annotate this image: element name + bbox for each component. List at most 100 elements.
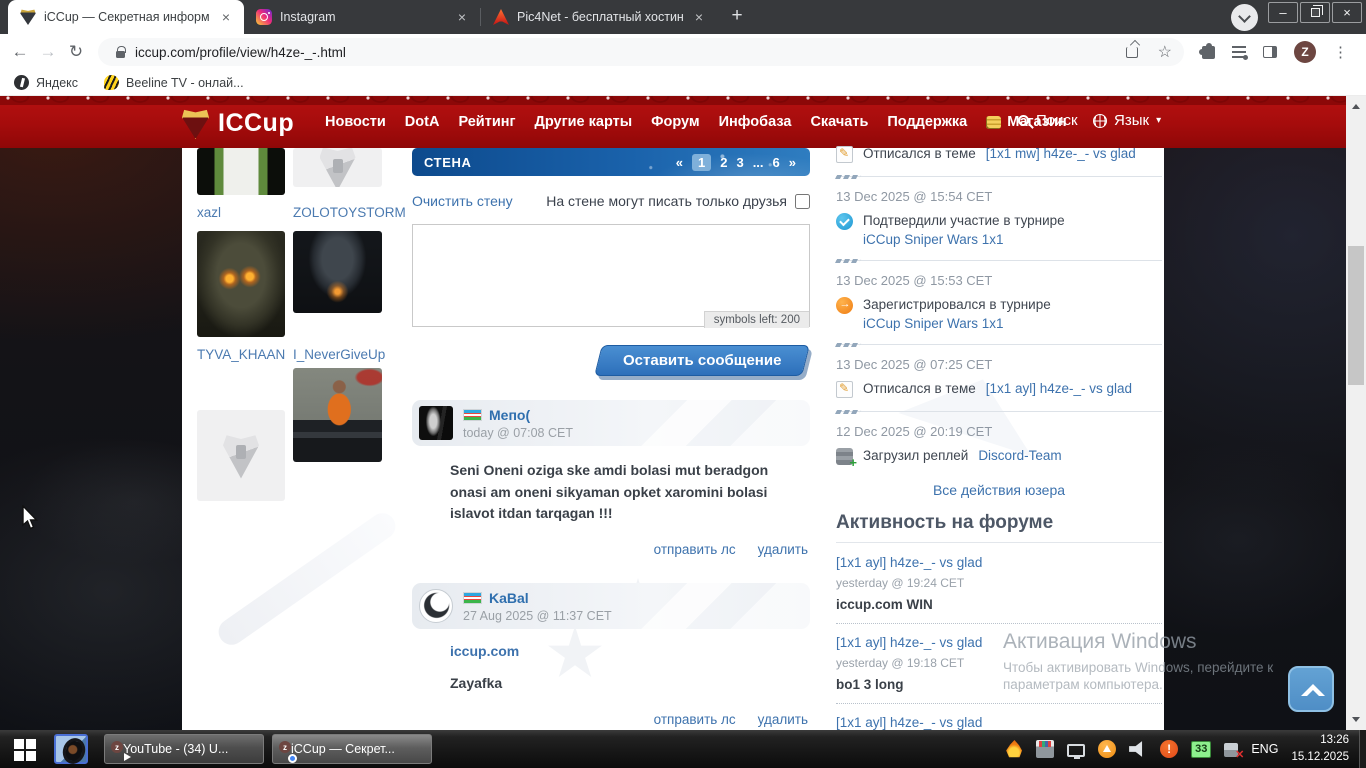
tab-close-icon[interactable]: × bbox=[218, 9, 234, 25]
display-network-tray-icon[interactable] bbox=[1067, 743, 1086, 759]
message-username-link[interactable]: Мепо( bbox=[489, 407, 530, 423]
forum-topic-link[interactable]: [1x1 ayl] h4ze-_- vs glad bbox=[836, 715, 1162, 730]
alert-tray-icon[interactable]: ! bbox=[1160, 740, 1179, 758]
friend-name-link[interactable]: I_NeverGiveUp bbox=[293, 347, 385, 362]
share-icon[interactable] bbox=[1125, 46, 1138, 58]
page-link[interactable]: 3 bbox=[736, 155, 743, 170]
show-desktop-button[interactable] bbox=[1359, 730, 1366, 768]
scrollbar-thumb[interactable] bbox=[1348, 246, 1364, 385]
send-pm-link[interactable]: отправить лс bbox=[654, 542, 736, 557]
window-minimize-button[interactable]: – bbox=[1268, 2, 1298, 23]
page-link[interactable]: 1 bbox=[691, 153, 712, 171]
scrollbar-up-arrow[interactable] bbox=[1346, 98, 1366, 115]
delete-message-link[interactable]: удалить bbox=[758, 542, 808, 557]
page-link[interactable]: « bbox=[676, 155, 683, 170]
activity-link[interactable]: [1x1 mw] h4ze-_- vs glad bbox=[986, 146, 1136, 161]
reload-icon[interactable]: ↻ bbox=[62, 42, 90, 62]
site-search[interactable]: Поиск bbox=[1018, 112, 1078, 129]
url-text[interactable]: iccup.com/profile/view/h4ze-_-.html bbox=[135, 45, 346, 60]
forum-topic-link[interactable]: [1x1 ayl] h4ze-_- vs glad bbox=[836, 635, 1162, 650]
clear-wall-link[interactable]: Очистить стену bbox=[412, 193, 513, 209]
language-menu[interactable]: Язык ▾ bbox=[1093, 112, 1161, 129]
forum-topic-link[interactable]: [1x1 ayl] h4ze-_- vs glad bbox=[836, 555, 1162, 570]
edit-note-icon bbox=[836, 381, 853, 398]
site-nav-item[interactable]: Новости bbox=[325, 114, 386, 130]
divider bbox=[836, 260, 1162, 261]
friends-only-checkbox[interactable] bbox=[795, 193, 810, 209]
hooded-figure-avatar[interactable] bbox=[197, 231, 285, 337]
media-playlist-icon[interactable] bbox=[1232, 46, 1248, 60]
page-link[interactable]: » bbox=[789, 155, 796, 170]
page-scrollbar[interactable] bbox=[1346, 96, 1366, 730]
tab-close-icon[interactable]: × bbox=[454, 9, 470, 25]
bookmark-beeline[interactable]: Beeline TV - онлай... bbox=[104, 75, 244, 90]
site-nav-item[interactable]: Скачать bbox=[810, 114, 868, 130]
flame-tray-icon[interactable] bbox=[1006, 740, 1023, 758]
printer-tray-icon[interactable] bbox=[1036, 740, 1055, 758]
iccup-logo[interactable]: ICCup bbox=[182, 108, 294, 139]
window-restore-button[interactable] bbox=[1300, 2, 1330, 23]
window-close-button[interactable]: × bbox=[1332, 2, 1362, 23]
no-connection-tray-icon[interactable] bbox=[1224, 743, 1244, 761]
tab-close-icon[interactable]: × bbox=[691, 9, 707, 25]
post-message-button[interactable]: Оставить сообщение bbox=[593, 345, 810, 376]
site-nav-item[interactable]: Форум bbox=[651, 114, 700, 130]
side-panel-icon[interactable] bbox=[1263, 46, 1277, 58]
scrollbar-down-arrow[interactable] bbox=[1346, 711, 1366, 728]
page-link[interactable]: 6 bbox=[773, 155, 780, 170]
friend-name-link[interactable]: ZOLOTOYSTORM bbox=[293, 205, 406, 220]
gym-selfie-avatar[interactable] bbox=[293, 368, 382, 462]
start-button[interactable] bbox=[0, 730, 48, 768]
bookmark-yandex[interactable]: Яндекс bbox=[14, 75, 78, 90]
friend-name-link[interactable]: xazl bbox=[197, 205, 221, 220]
browser-menu-icon[interactable]: ⋮ bbox=[1333, 43, 1348, 61]
back-icon[interactable]: ← bbox=[6, 42, 34, 62]
message-inline-link[interactable]: iccup.com bbox=[450, 643, 810, 659]
scroll-to-top-button[interactable] bbox=[1288, 666, 1334, 712]
page-link[interactable]: 2 bbox=[720, 155, 727, 170]
send-pm-link[interactable]: отправить лс bbox=[654, 712, 736, 727]
friend-name-link[interactable]: TYVA_KHAAN bbox=[197, 347, 285, 362]
shield-placeholder-avatar[interactable] bbox=[197, 410, 285, 501]
taskbar-button-iccup[interactable]: z iCCup — Секрет... bbox=[272, 734, 432, 764]
green-figure-avatar[interactable] bbox=[197, 148, 285, 195]
photo-viewer-app-icon[interactable] bbox=[54, 734, 88, 764]
activity-link[interactable]: [1x1 ayl] h4ze-_- vs glad bbox=[986, 381, 1132, 396]
battery-percent-badge[interactable]: 33 bbox=[1191, 740, 1212, 758]
shield-placeholder-avatar[interactable] bbox=[293, 148, 382, 187]
forum-activity-heading: Активность на форуме bbox=[836, 512, 1054, 533]
browser-profile-avatar[interactable]: Z bbox=[1294, 41, 1316, 63]
taskbar-clock[interactable]: 13:26 15.12.2025 bbox=[1291, 732, 1353, 765]
extensions-icon[interactable] bbox=[1199, 42, 1215, 59]
site-nav-item[interactable]: Поддержка bbox=[887, 114, 967, 130]
wall-message: KaBal 27 Aug 2025 @ 11:37 CET iccup.com … bbox=[412, 583, 810, 727]
all-user-actions-link[interactable]: Все действия юзера bbox=[933, 482, 1065, 498]
update-tray-icon[interactable] bbox=[1098, 740, 1117, 758]
site-nav-item[interactable]: Инфобаза bbox=[719, 114, 792, 130]
club-logo-avatar[interactable] bbox=[419, 589, 453, 624]
address-bar[interactable]: iccup.com/profile/view/h4ze-_-.html ☆ bbox=[98, 38, 1184, 66]
site-nav-item[interactable]: Рейтинг bbox=[458, 114, 515, 130]
tab-search-chevron-button[interactable] bbox=[1231, 4, 1258, 31]
taskbar-button-youtube[interactable]: z YouTube - (34) U... bbox=[104, 734, 264, 764]
delete-message-link[interactable]: удалить bbox=[758, 712, 808, 727]
wall-pagination: « 1 2 3 ... 6 » bbox=[676, 153, 810, 171]
wall-message-header: KaBal 27 Aug 2025 @ 11:37 CET bbox=[412, 583, 810, 630]
activity-sublink[interactable]: iCCup Sniper Wars 1x1 bbox=[863, 232, 1004, 247]
new-tab-button[interactable]: + bbox=[723, 3, 751, 31]
activity-sublink[interactable]: iCCup Sniper Wars 1x1 bbox=[863, 316, 1004, 331]
bookmark-star-icon[interactable]: ☆ bbox=[1158, 42, 1172, 62]
forward-icon[interactable]: → bbox=[34, 42, 62, 62]
keyboard-language[interactable]: ENG bbox=[1251, 742, 1278, 756]
dark-photo-avatar[interactable] bbox=[419, 406, 453, 440]
demon-avatar[interactable] bbox=[293, 231, 382, 313]
tab-instagram[interactable]: Instagram × bbox=[244, 0, 480, 34]
tab-pic4net[interactable]: Pic4Net - бесплатный хостинг к × bbox=[481, 0, 717, 34]
message-username-link[interactable]: KaBal bbox=[489, 590, 529, 606]
tab-iccup[interactable]: iCCup — Секретная информаци × bbox=[8, 0, 244, 34]
site-nav-item[interactable]: Другие карты bbox=[535, 114, 633, 130]
site-nav-item[interactable]: DotA bbox=[405, 114, 440, 130]
activity-link[interactable]: Discord-Team bbox=[978, 448, 1061, 463]
page-link[interactable]: ... bbox=[753, 155, 764, 170]
volume-tray-icon[interactable] bbox=[1129, 741, 1143, 757]
